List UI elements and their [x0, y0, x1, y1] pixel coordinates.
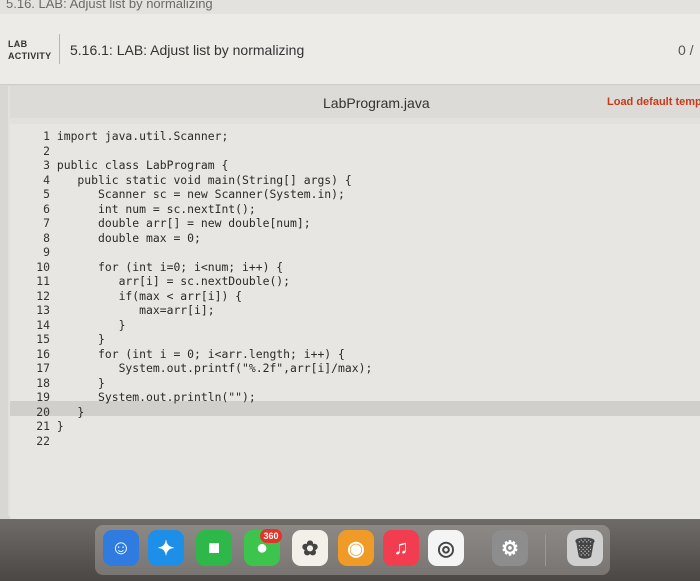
- lab-activity-badge: LAB ACTIVITY: [8, 38, 56, 62]
- code-line[interactable]: 14 }: [30, 318, 372, 333]
- code-text[interactable]: int num = sc.nextInt();: [57, 202, 256, 217]
- code-text[interactable]: System.out.printf("%.2f",arr[i]/max);: [57, 361, 373, 376]
- code-text[interactable]: for (int i=0; i<num; i++) {: [57, 260, 283, 275]
- lab-title: 5.16.1: LAB: Adjust list by normalizing: [70, 42, 305, 58]
- code-text[interactable]: Scanner sc = new Scanner(System.in);: [57, 187, 345, 202]
- code-line[interactable]: 3 public class LabProgram {: [30, 158, 372, 173]
- chrome-icon[interactable]: ◎: [428, 530, 464, 566]
- code-line[interactable]: 6 int num = sc.nextInt();: [30, 202, 372, 217]
- line-number: 5: [43, 187, 50, 201]
- code-text[interactable]: double max = 0;: [57, 231, 201, 246]
- line-number: 22: [36, 433, 50, 448]
- line-number: 16: [36, 346, 50, 361]
- line-number: 15: [36, 332, 50, 346]
- code-text[interactable]: for (int i = 0; i<arr.length; i++) {: [57, 347, 345, 362]
- messages-badge: 360: [260, 529, 282, 543]
- code-line[interactable]: 18 }: [30, 376, 372, 391]
- badge-line-2: ACTIVITY: [8, 51, 52, 61]
- code-text[interactable]: max=arr[i];: [57, 303, 214, 318]
- line-number: 11: [36, 274, 50, 288]
- line-number: 13: [36, 303, 50, 317]
- settings-icon[interactable]: ⚙: [492, 530, 528, 566]
- line-number: 12: [36, 288, 50, 303]
- code-line[interactable]: 17 System.out.printf("%.2f",arr[i]/max);: [30, 361, 372, 376]
- file-name: LabProgram.java: [323, 95, 430, 111]
- code-line[interactable]: 4 public static void main(String[] args)…: [30, 173, 372, 188]
- code-text[interactable]: }: [57, 419, 64, 434]
- code-line[interactable]: 2: [30, 144, 372, 159]
- code-line[interactable]: 16 for (int i = 0; i<arr.length; i++) {: [30, 347, 372, 362]
- code-text[interactable]: }: [57, 405, 84, 420]
- photos-icon[interactable]: ✿: [292, 530, 328, 566]
- line-number: 21: [36, 419, 50, 433]
- code-line[interactable]: 5 Scanner sc = new Scanner(System.in);: [30, 187, 372, 202]
- code-text[interactable]: arr[i] = sc.nextDouble();: [57, 274, 290, 289]
- badge-line-1: LAB: [8, 39, 28, 49]
- code-text[interactable]: import java.util.Scanner;: [57, 129, 228, 144]
- code-line[interactable]: 9: [30, 245, 372, 260]
- code-line[interactable]: 1 import java.util.Scanner;: [30, 129, 372, 144]
- code-line[interactable]: 7 double arr[] = new double[num];: [30, 216, 372, 231]
- line-number: 4: [43, 172, 50, 187]
- code-text[interactable]: }: [57, 332, 105, 347]
- code-text[interactable]: if(max < arr[i]) {: [57, 289, 242, 304]
- line-number: 20: [36, 404, 50, 419]
- line-number: 18: [36, 375, 50, 390]
- code-line[interactable]: 15 }: [30, 332, 372, 347]
- score-display: 0 /: [678, 42, 694, 58]
- line-number: 7: [43, 216, 50, 230]
- dock-divider: [545, 534, 546, 566]
- code-text[interactable]: System.out.println("");: [57, 390, 256, 405]
- app-orange-icon[interactable]: ◉: [338, 530, 374, 566]
- code-line[interactable]: 8 double max = 0;: [30, 231, 372, 246]
- lab-header: LAB ACTIVITY 5.16.1: LAB: Adjust list by…: [0, 14, 700, 85]
- code-lines[interactable]: 1 import java.util.Scanner; 2 3 public cl…: [30, 129, 372, 448]
- line-number: 19: [36, 390, 50, 404]
- line-number: 8: [43, 230, 50, 245]
- code-text[interactable]: public class LabProgram {: [57, 158, 228, 173]
- header-divider: [59, 34, 60, 64]
- code-text[interactable]: }: [57, 376, 105, 391]
- code-line[interactable]: 20 }: [30, 405, 372, 420]
- code-text[interactable]: double arr[] = new double[num];: [57, 216, 311, 231]
- line-number: 10: [36, 259, 50, 274]
- code-line[interactable]: 19 System.out.println("");: [30, 390, 372, 405]
- code-line[interactable]: 10 for (int i=0; i<num; i++) {: [30, 260, 372, 275]
- line-number: 2: [43, 143, 50, 158]
- line-number: 9: [43, 245, 50, 259]
- safari-icon[interactable]: ✦: [148, 530, 184, 566]
- code-text[interactable]: public static void main(String[] args) {: [57, 173, 351, 188]
- trash-icon[interactable]: 🗑: [567, 530, 603, 566]
- code-line[interactable]: 21 }: [30, 419, 372, 434]
- breadcrumb: 5.16. LAB: Adjust list by normalizing: [0, 0, 700, 14]
- finder-icon[interactable]: ☺: [103, 530, 139, 566]
- code-line[interactable]: 13 max=arr[i];: [30, 303, 372, 318]
- music-icon[interactable]: ♫: [383, 530, 419, 566]
- code-line[interactable]: 22: [30, 434, 372, 449]
- line-number: 1: [43, 129, 50, 143]
- code-text[interactable]: }: [57, 318, 126, 333]
- code-line[interactable]: 11 arr[i] = sc.nextDouble();: [30, 274, 372, 289]
- load-default-template-link[interactable]: Load default templ: [607, 96, 700, 108]
- line-number: 3: [43, 158, 50, 172]
- code-line[interactable]: 12 if(max < arr[i]) {: [30, 289, 372, 304]
- facetime-icon[interactable]: ■: [196, 530, 232, 566]
- line-number: 17: [36, 361, 50, 375]
- line-number: 14: [36, 317, 50, 332]
- line-number: 6: [43, 201, 50, 216]
